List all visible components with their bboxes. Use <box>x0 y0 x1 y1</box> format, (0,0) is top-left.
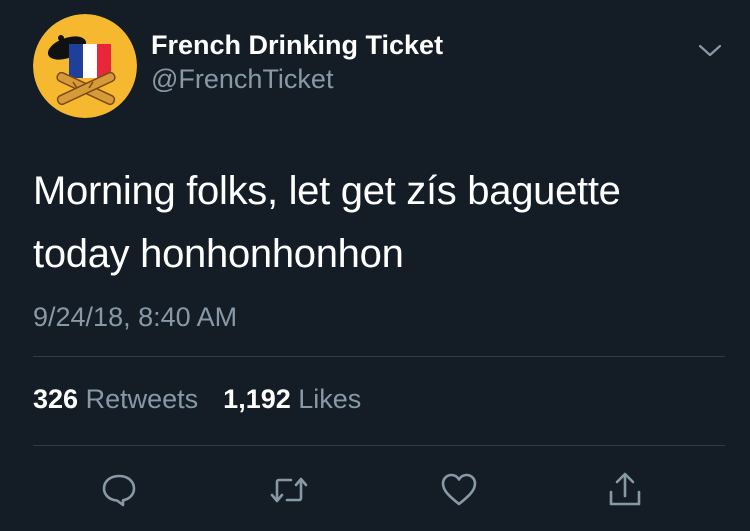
retweets-label: Retweets <box>85 384 199 414</box>
retweets-stat[interactable]: 326 Retweets <box>33 384 206 414</box>
tweet-actions <box>0 465 750 515</box>
chevron-down-icon[interactable] <box>697 42 723 60</box>
avatar[interactable] <box>33 14 137 118</box>
tweet-header: French Drinking Ticket @FrenchTicket <box>33 14 723 118</box>
retweet-icon <box>270 477 308 503</box>
tweet-text-line-2: today honhonhonhon <box>33 232 404 276</box>
tweet-card: French Drinking Ticket @FrenchTicket Mor… <box>0 0 750 531</box>
divider <box>33 356 725 357</box>
reply-icon <box>102 474 136 507</box>
like-button[interactable] <box>434 465 484 515</box>
tweet-stats: 326 Retweets 1,192 Likes <box>33 384 361 415</box>
user-names: French Drinking Ticket @FrenchTicket <box>151 28 443 96</box>
tweet-timestamp[interactable]: 9/24/18, 8:40 AM <box>33 302 237 333</box>
display-name[interactable]: French Drinking Ticket <box>151 28 443 62</box>
share-button[interactable] <box>600 465 650 515</box>
share-icon <box>609 472 641 506</box>
divider <box>33 445 725 446</box>
tweet-text-line-1: Morning folks, let get zís baguette <box>33 169 621 213</box>
heart-icon <box>441 473 477 506</box>
tweet-text: Morning folks, let get zís baguette toda… <box>33 160 723 286</box>
likes-count: 1,192 <box>223 384 291 414</box>
reply-button[interactable] <box>94 465 144 515</box>
avatar-image <box>33 14 137 118</box>
likes-stat[interactable]: 1,192 Likes <box>223 384 361 414</box>
likes-label: Likes <box>298 384 362 414</box>
user-handle[interactable]: @FrenchTicket <box>151 62 443 96</box>
retweets-count: 326 <box>33 384 79 414</box>
retweet-button[interactable] <box>264 465 314 515</box>
